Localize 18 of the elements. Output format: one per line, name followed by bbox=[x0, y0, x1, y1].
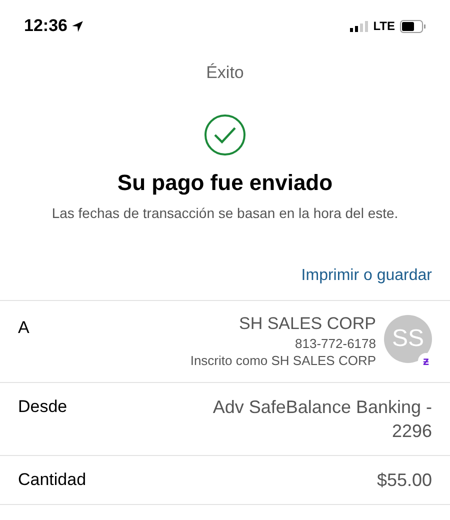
row-label: A bbox=[18, 316, 30, 338]
location-arrow-icon bbox=[71, 20, 84, 32]
enrolled-text: Inscrito como SH SALES CORP bbox=[190, 352, 376, 368]
timezone-note: Las fechas de transacción se basan en la hora del este. bbox=[52, 204, 398, 222]
success-check-icon bbox=[204, 114, 246, 156]
row-label: Desde bbox=[18, 396, 68, 418]
row-value: Adv SafeBalance Banking - 2296 bbox=[212, 396, 432, 442]
signal-icon bbox=[350, 20, 368, 32]
recipient-name: SH SALES CORP bbox=[239, 312, 376, 334]
network-label: LTE bbox=[373, 18, 395, 35]
row-label: Cantidad bbox=[18, 468, 86, 490]
row-value: $55.00 bbox=[376, 468, 432, 492]
status-time: 12:36 bbox=[24, 15, 68, 38]
recipient-phone: 813-772-6178 bbox=[295, 334, 376, 352]
battery-icon bbox=[400, 20, 426, 32]
confirmation-heading: Su pago fue enviado bbox=[117, 168, 333, 197]
print-save-link[interactable]: Imprimir o guardar bbox=[301, 264, 432, 288]
page-title: Éxito bbox=[206, 62, 244, 84]
